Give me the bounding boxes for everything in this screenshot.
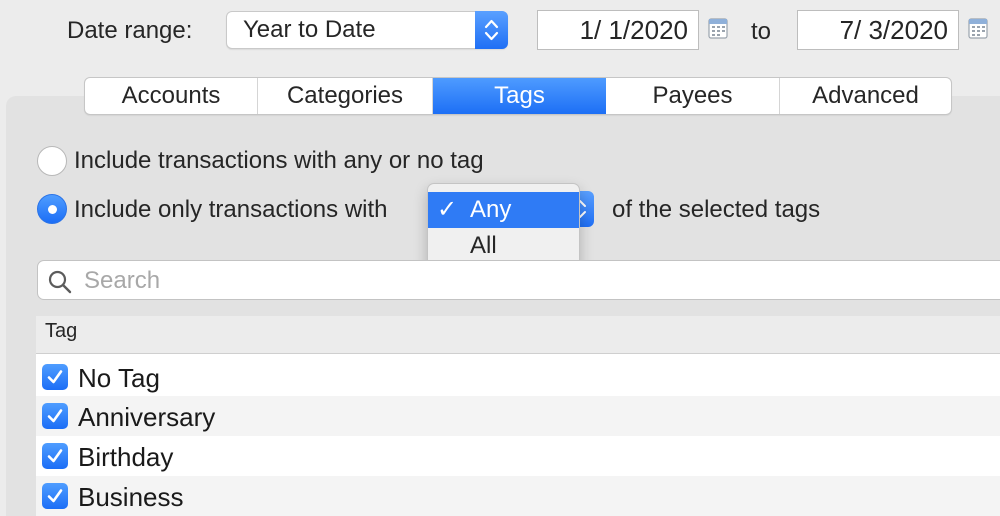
calendar-icon[interactable] bbox=[968, 17, 988, 39]
checkbox[interactable] bbox=[42, 483, 68, 509]
radio-any-or-no-tag[interactable] bbox=[37, 146, 67, 176]
date-range-select[interactable]: Year to Date bbox=[226, 11, 508, 49]
date-range-label: Date range: bbox=[67, 17, 193, 44]
radio-any-or-no-tag-label[interactable]: Include transactions with any or no tag bbox=[74, 146, 484, 176]
checkmark-icon bbox=[47, 489, 63, 503]
checkbox[interactable] bbox=[42, 443, 68, 469]
menu-item-all-label: All bbox=[470, 232, 497, 259]
tab-categories[interactable]: Categories bbox=[258, 78, 433, 114]
match-mode-menu: ✓ Any All bbox=[427, 183, 580, 272]
tag-name: No Tag bbox=[78, 363, 160, 393]
menu-item-all[interactable]: All bbox=[428, 228, 579, 264]
radio-only-selected-tags[interactable] bbox=[37, 194, 67, 224]
radio-only-selected-tags-label[interactable]: Include only transactions with bbox=[74, 195, 388, 225]
tag-name: Anniversary bbox=[78, 402, 216, 432]
calendar-icon[interactable] bbox=[708, 17, 728, 39]
date-range-value: Year to Date bbox=[243, 16, 376, 43]
table-row[interactable]: Business bbox=[36, 476, 1000, 516]
checkbox[interactable] bbox=[42, 403, 68, 429]
table-row[interactable]: No Tag bbox=[36, 357, 1000, 397]
table-row[interactable]: Birthday bbox=[36, 436, 1000, 476]
start-date-field[interactable]: 1/ 1/2020 bbox=[537, 10, 699, 50]
checkmark-icon bbox=[47, 370, 63, 384]
chevron-up-down-icon[interactable] bbox=[475, 11, 508, 49]
table-header[interactable]: Tag bbox=[36, 316, 1000, 354]
tag-name: Birthday bbox=[78, 442, 174, 472]
tab-accounts[interactable]: Accounts bbox=[85, 78, 258, 114]
tag-name: Business bbox=[78, 482, 184, 512]
menu-item-any[interactable]: ✓ Any bbox=[428, 192, 579, 228]
checkbox[interactable] bbox=[42, 364, 68, 390]
checkmark-icon bbox=[47, 409, 63, 423]
search-icon bbox=[48, 270, 72, 294]
menu-item-any-label: Any bbox=[470, 196, 512, 223]
checkmark-icon bbox=[47, 449, 63, 463]
column-header-tag[interactable]: Tag bbox=[45, 318, 77, 344]
checkmark-icon: ✓ bbox=[437, 196, 458, 223]
tab-payees[interactable]: Payees bbox=[606, 78, 780, 114]
to-label: to bbox=[751, 18, 772, 45]
tags-table: Tag No Tag Anniversary Birthday Business bbox=[36, 316, 1000, 516]
filter-tabs: Accounts Categories Tags Payees Advanced bbox=[84, 77, 952, 115]
table-row[interactable]: Anniversary bbox=[36, 396, 1000, 436]
selected-tags-suffix-label: of the selected tags bbox=[612, 196, 821, 223]
tab-advanced[interactable]: Advanced bbox=[780, 78, 951, 114]
search-input[interactable] bbox=[82, 263, 986, 299]
end-date-field[interactable]: 7/ 3/2020 bbox=[797, 10, 959, 50]
search-field[interactable] bbox=[37, 260, 1000, 300]
tab-tags[interactable]: Tags bbox=[433, 78, 606, 114]
